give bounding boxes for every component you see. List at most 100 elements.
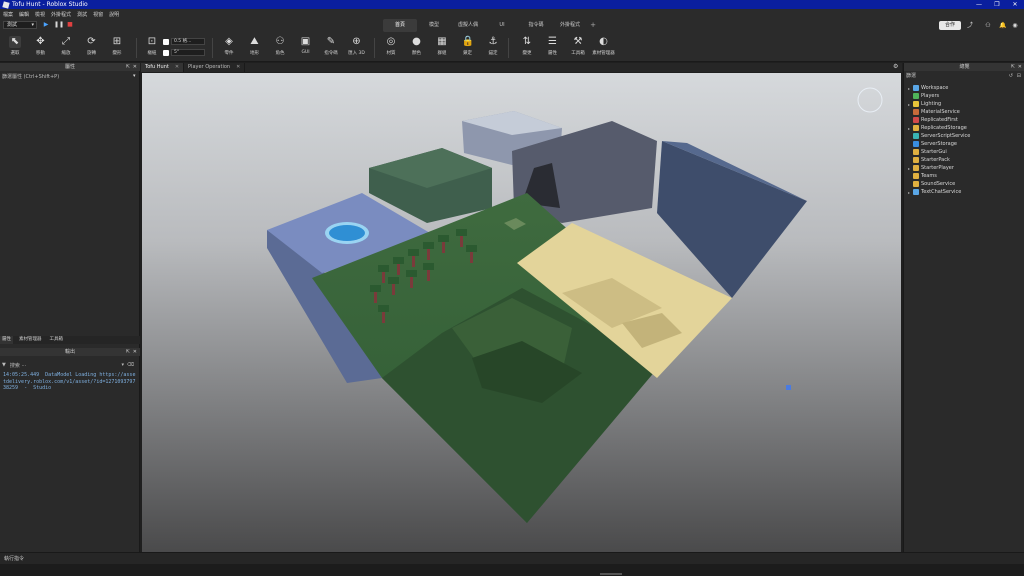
ribbon-tool-button[interactable]: ◈ 零件 — [217, 36, 241, 62]
close-button[interactable]: ✕ — [1006, 0, 1024, 9]
ribbon-tool-button[interactable]: ⊞ 變形 — [105, 36, 129, 62]
left-panel-tab[interactable]: 工具箱 — [48, 336, 66, 344]
ribbon-tab[interactable]: UI — [485, 19, 519, 32]
explorer-item[interactable]: Teams — [904, 172, 1024, 180]
ribbon-tool-button[interactable]: ▦ 群組 — [430, 36, 454, 62]
menu-item[interactable]: 編輯 — [19, 11, 29, 18]
ribbon-tool-button[interactable]: 🔒 鎖定 — [456, 36, 480, 62]
play-icon[interactable]: ▶ — [42, 21, 50, 29]
rotate-snap-checkbox[interactable] — [163, 49, 169, 56]
explorer-item[interactable]: ▸ Workspace — [904, 84, 1024, 92]
explorer-header: 總覽 ⇱ ✕ — [904, 63, 1024, 71]
explorer-item[interactable]: MaterialService — [904, 108, 1024, 116]
command-bar[interactable]: 執行指令 — [0, 552, 1024, 564]
ribbon-separator — [136, 38, 137, 58]
command-bar-label: 執行指令 — [4, 556, 25, 562]
explorer-tree: ▸ Workspace Players ▸ Lighting MaterialServic… — [904, 84, 1024, 196]
ribbon-tool-button[interactable]: ⤢ 縮放 — [54, 36, 78, 62]
rotate-snap-input[interactable]: 5° — [171, 49, 205, 56]
minimize-button[interactable]: — — [970, 0, 988, 9]
popout-icon[interactable]: ⇱ — [126, 63, 130, 71]
explorer-item[interactable]: ReplicatedFirst — [904, 116, 1024, 124]
ribbon-tool-button[interactable]: ⛰ 地形 — [243, 36, 267, 62]
menu-item[interactable]: 外掛程式 — [51, 11, 71, 18]
move-snap-checkbox[interactable] — [163, 38, 169, 45]
close-tab-icon[interactable]: ✕ — [175, 63, 179, 72]
close-icon[interactable]: ✕ — [1018, 63, 1022, 71]
popout-icon[interactable]: ⇱ — [126, 348, 130, 356]
ribbon-tool-button[interactable]: ◎ 材質 — [379, 36, 403, 62]
stop-icon[interactable]: ■ — [66, 21, 74, 29]
pivot-button[interactable]: ⊡ 樞紐 — [140, 36, 164, 62]
explorer-item[interactable]: StarterGui — [904, 148, 1024, 156]
pause-icon[interactable]: ❚❚ — [54, 21, 64, 29]
close-icon[interactable]: ✕ — [133, 348, 137, 356]
document-tab[interactable]: Tofu Hunt ✕ — [141, 63, 185, 72]
clear-output-icon[interactable]: ⌫ — [127, 362, 134, 368]
ribbon-tool-button[interactable]: ⚒ 工具箱 — [566, 36, 590, 62]
filter-properties-input[interactable]: 篩選屬性 (Ctrl+Shift+P) — [2, 73, 59, 80]
explorer-item[interactable]: ▸ Lighting — [904, 100, 1024, 108]
ribbon-tab[interactable]: 模型 — [417, 19, 451, 32]
ribbon-tool-button[interactable]: ◐ 素材管理器 — [592, 36, 616, 62]
ribbon-tool-label: 屬性 — [548, 51, 557, 56]
gear-icon[interactable]: ⚙ — [893, 63, 898, 70]
ribbon-tool-button[interactable]: ⊕ 匯入 3D — [345, 36, 369, 62]
close-tab-icon[interactable]: ✕ — [236, 63, 240, 72]
explorer-item[interactable]: ServerStorage — [904, 140, 1024, 148]
explorer-item[interactable]: StarterPack — [904, 156, 1024, 164]
chevron-down-icon[interactable]: ▾ — [121, 362, 124, 368]
tool-icon: ◎ — [386, 36, 396, 47]
menu-item[interactable]: 檢視 — [35, 11, 45, 18]
service-icon — [913, 157, 919, 163]
collaborate-button[interactable]: 合作 — [939, 21, 961, 30]
ribbon-tool-button[interactable]: ⟳ 旋轉 — [80, 36, 104, 62]
maximize-button[interactable]: ❐ — [988, 0, 1006, 9]
collapse-icon[interactable]: ⊟ — [1017, 72, 1021, 81]
ribbon-tool-button[interactable]: ☰ 屬性 — [541, 36, 565, 62]
ribbon-tab[interactable]: 首頁 — [383, 19, 417, 32]
rotate-icon: ⟳ — [87, 36, 96, 47]
chevron-down-icon[interactable]: ▾ — [133, 73, 136, 79]
add-user-icon[interactable]: ⚇ — [983, 21, 993, 30]
ribbon-tool-button[interactable]: ⚓ 錨定 — [481, 36, 505, 62]
explorer-item[interactable]: SoundService — [904, 180, 1024, 188]
ribbon-tool-button[interactable]: ✎ 指令碼 — [319, 36, 343, 62]
ribbon-tool-button[interactable]: ▣ GUI — [294, 36, 318, 62]
ribbon-tool-button[interactable]: ✥ 移動 — [29, 36, 53, 62]
share-icon[interactable]: ⤴ — [965, 21, 975, 30]
menu-item[interactable]: 測試 — [77, 11, 87, 18]
filter-icon[interactable]: ▼ — [2, 362, 6, 368]
3d-viewport[interactable] — [142, 73, 901, 553]
notification-bell-icon[interactable]: 🔔 — [998, 21, 1008, 30]
explorer-item[interactable]: ▸ StarterPlayer — [904, 164, 1024, 172]
profile-icon[interactable]: ◉ — [1010, 21, 1020, 30]
ribbon-tool-button[interactable]: ● 顏色 — [405, 36, 429, 62]
view-cube-icon[interactable] — [857, 87, 883, 113]
menu-item[interactable]: 視窗 — [93, 11, 103, 18]
ribbon-tool-button[interactable]: ⚇ 角色 — [268, 36, 292, 62]
history-icon[interactable]: ↺ — [1009, 72, 1013, 81]
document-tab[interactable]: Player Operation ✕ — [184, 63, 246, 72]
ribbon-tool-button[interactable]: ⇅ 變更 — [515, 36, 539, 62]
menu-item[interactable]: 檔案 — [3, 11, 13, 18]
ribbon-tab[interactable]: 指令碼 — [519, 19, 553, 32]
left-panel-tab[interactable]: 屬性 — [0, 336, 13, 344]
explorer-item[interactable]: ▸ ReplicatedStorage — [904, 124, 1024, 132]
close-icon[interactable]: ✕ — [133, 63, 137, 71]
popout-icon[interactable]: ⇱ — [1011, 63, 1015, 71]
ribbon-tool-button[interactable]: ⬉ 選取 — [3, 36, 27, 62]
ribbon-tab[interactable]: 虛擬人偶 — [451, 19, 485, 32]
explorer-item[interactable]: ServerScriptService — [904, 132, 1024, 140]
explorer-filter-input[interactable]: 篩選 ↺ ⊟ — [906, 72, 1023, 81]
output-search-input[interactable]: 搜索 ··· — [10, 362, 26, 369]
menu-item[interactable]: 說明 — [109, 11, 119, 18]
ribbon-tab[interactable]: 外掛程式 — [553, 19, 587, 32]
move-snap-input[interactable]: 0.5 格... — [171, 38, 205, 45]
explorer-item[interactable]: Players — [904, 92, 1024, 100]
test-mode-dropdown[interactable]: 測試 ▾ — [3, 21, 37, 29]
add-tab-button[interactable]: + — [587, 19, 599, 32]
left-panel-tab[interactable]: 素材管理器 — [17, 336, 44, 344]
resize-grip[interactable] — [600, 573, 622, 575]
explorer-item[interactable]: ▸ TextChatService — [904, 188, 1024, 196]
